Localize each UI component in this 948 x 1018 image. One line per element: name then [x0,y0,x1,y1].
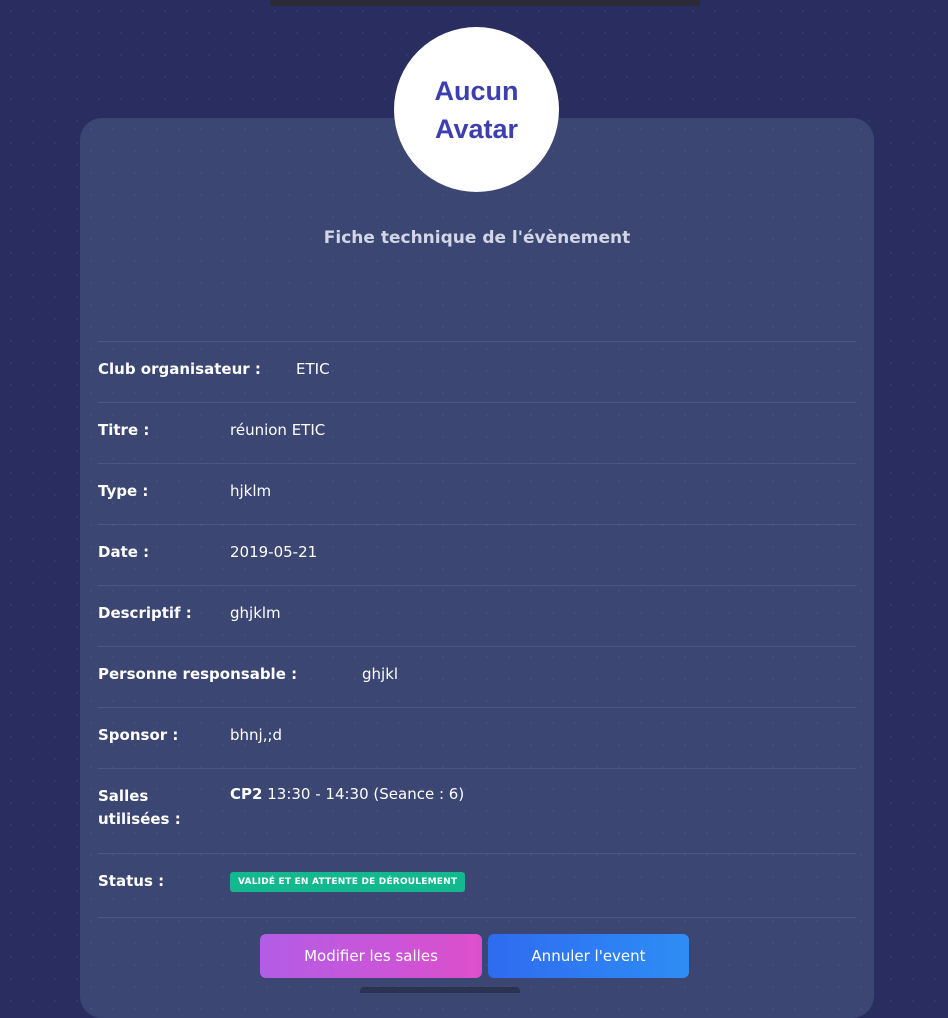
detail-value-date: 2019-05-21 [230,543,318,561]
detail-value-responsable: ghjkl [362,665,399,683]
detail-label: Titre : [98,421,150,439]
detail-value-sponsor: bhnj,;d [230,726,283,744]
detail-row-salles: Salles utilisées : CP2 13:30 - 14:30 (Se… [98,768,856,853]
detail-row-descriptif: Descriptif : ghjklm [98,585,856,646]
detail-value-club: ETIC [296,360,330,378]
details-list: Club organisateur : ETIC Titre : réunion… [98,341,856,918]
detail-value-salles: CP2 13:30 - 14:30 (Seance : 6) [230,785,464,803]
detail-value-type: hjklm [230,482,272,500]
avatar-placeholder-text: Aucun Avatar [434,75,519,144]
edit-rooms-button[interactable]: Modifier les salles [260,934,482,978]
detail-row-status: Status : VALIDÉ ET EN ATTENTE DE DÉROULE… [98,853,856,918]
detail-label: Date : [98,543,150,561]
detail-row-sponsor: Sponsor : bhnj,;d [98,707,856,768]
status-badge: VALIDÉ ET EN ATTENTE DE DÉROULEMENT [230,872,466,892]
detail-label: Personne responsable : [98,665,298,683]
detail-label: Club organisateur : [98,360,261,378]
room-time: 13:30 - 14:30 (Seance : 6) [267,785,465,803]
avatar: Aucun Avatar [394,27,559,192]
detail-row-titre: Titre : réunion ETIC [98,402,856,463]
room-name: CP2 [230,785,263,803]
detail-label: Descriptif : [98,604,192,622]
detail-row-date: Date : 2019-05-21 [98,524,856,585]
top-bar [270,0,700,6]
detail-row-club: Club organisateur : ETIC [98,341,856,402]
detail-row-type: Type : hjklm [98,463,856,524]
detail-label: Sponsor : [98,726,179,744]
detail-row-responsable: Personne responsable : ghjkl [98,646,856,707]
detail-value-descriptif: ghjklm [230,604,281,622]
card-title: Fiche technique de l'évènement [323,228,631,248]
cancel-event-button[interactable]: Annuler l'event [488,934,689,978]
event-details-card: Fiche technique de l'évènement Club orga… [80,118,874,1018]
detail-label: Type : [98,482,149,500]
detail-label: Status : [98,872,165,890]
detail-label: Salles utilisées : [98,787,181,828]
bottom-bar [360,987,520,993]
detail-value-titre: réunion ETIC [230,421,326,439]
